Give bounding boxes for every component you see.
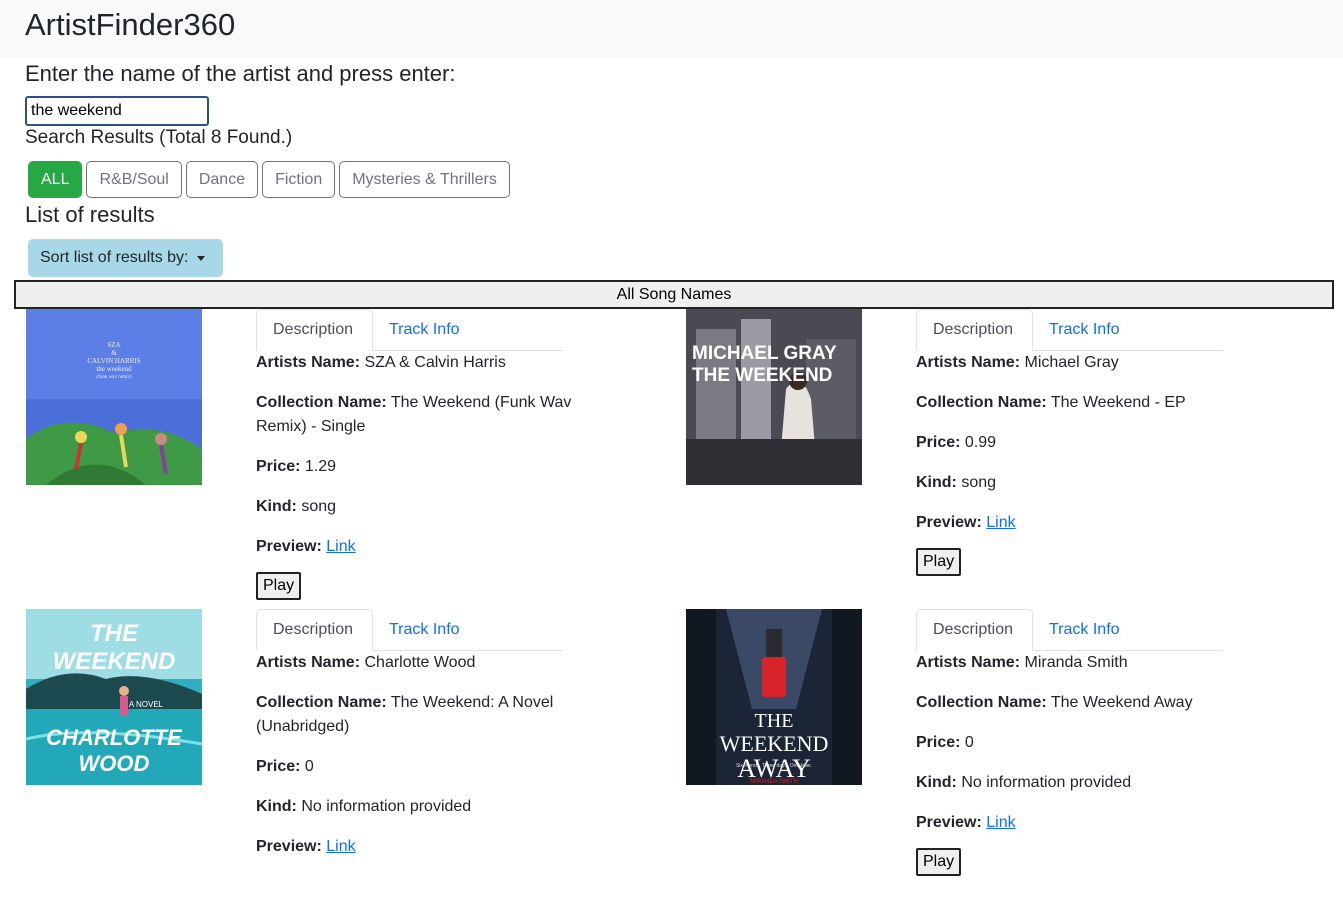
sort-dropdown-button[interactable]: Sort list of results by:	[28, 239, 223, 277]
field-label: Kind:	[256, 798, 297, 815]
field-label: Preview:	[916, 814, 982, 831]
cover-text: WEEKEND	[720, 731, 829, 756]
cover-text: THE WEEKEND	[692, 365, 832, 386]
kind-value: song	[961, 474, 997, 491]
tab-track-info[interactable]: Track Info	[1033, 309, 1136, 351]
field-label: Preview:	[916, 514, 982, 531]
play-button[interactable]: Play	[916, 848, 962, 876]
price-value: 0	[304, 758, 314, 775]
field-label: Collection Name:	[256, 694, 387, 711]
cover-text: SZA	[107, 341, 120, 349]
field-label: Price:	[256, 458, 301, 475]
field-label: Preview:	[256, 838, 322, 855]
track-details: Artists Name: Michael Gray Collection Na…	[916, 351, 1236, 576]
track-details: Artists Name: SZA & Calvin Harris Collec…	[256, 351, 576, 600]
cover-text: &	[111, 349, 117, 357]
artist-name: Charlotte Wood	[364, 654, 476, 671]
field-label: Artists Name:	[916, 354, 1021, 371]
tab-description[interactable]: Description	[916, 609, 1033, 651]
field-label: Price:	[256, 758, 301, 775]
kind-value: No information provided	[961, 774, 1132, 791]
tab-bar: Description Track Info	[916, 309, 1223, 351]
album-cover-image[interactable]: SZA & CALVIN HARRIS the weekend (funk wa…	[26, 309, 202, 485]
tab-bar: Description Track Info	[916, 609, 1223, 651]
preview-link[interactable]: Link	[986, 514, 1015, 531]
preview-link[interactable]: Link	[326, 838, 355, 855]
field-label: Collection Name:	[916, 394, 1047, 411]
field-label: Kind:	[916, 774, 957, 791]
collection-name: The Weekend Away	[1050, 694, 1193, 711]
cover-text: A NOVEL	[129, 700, 164, 709]
result-card: MICHAEL GRAY THE WEEKEND Description Tra…	[686, 309, 1286, 609]
preview-link[interactable]: Link	[986, 814, 1015, 831]
field-label: Artists Name:	[256, 654, 361, 671]
album-cover-image[interactable]: MICHAEL GRAY THE WEEKEND	[686, 309, 862, 485]
play-button[interactable]: Play	[256, 572, 302, 600]
cover-text: WOOD	[79, 751, 150, 776]
cover-text: CALVIN HARRIS	[87, 357, 140, 365]
cover-text: Six friends. Three days. One killer.	[736, 763, 812, 769]
cover-text: (funk wav remix)	[97, 375, 132, 380]
tab-description[interactable]: Description	[256, 609, 373, 651]
results-summary: Search Results (Total 8 Found.)	[25, 127, 293, 148]
genre-filter-group: ALL R&B/Soul Dance Fiction Mysteries & T…	[28, 161, 514, 198]
tab-description[interactable]: Description	[256, 309, 373, 351]
cover-text: MIRANDA SMITH	[750, 779, 798, 785]
field-label: Collection Name:	[916, 694, 1047, 711]
artist-name: Miranda Smith	[1024, 654, 1128, 671]
navbar: ArtistFinder360	[0, 0, 1343, 58]
price-value: 1.29	[304, 458, 337, 475]
result-card: SZA & CALVIN HARRIS the weekend (funk wa…	[26, 309, 626, 609]
tab-track-info[interactable]: Track Info	[1033, 609, 1136, 651]
filter-dance-button[interactable]: Dance	[185, 161, 259, 198]
track-details: Artists Name: Miranda Smith Collection N…	[916, 651, 1236, 876]
play-button[interactable]: Play	[916, 548, 962, 576]
track-details: Artists Name: Charlotte Wood Collection …	[256, 651, 576, 875]
kind-value: No information provided	[301, 798, 472, 815]
tab-description[interactable]: Description	[916, 309, 1033, 351]
field-label: Preview:	[256, 538, 322, 555]
field-label: Artists Name:	[256, 354, 361, 371]
cover-text: MICHAEL GRAY	[692, 343, 837, 364]
field-label: Artists Name:	[916, 654, 1021, 671]
sort-dropdown-label: Sort list of results by:	[40, 249, 189, 266]
kind-value: song	[301, 498, 337, 515]
preview-link[interactable]: Link	[326, 538, 355, 555]
cover-text: WEEKEND	[53, 648, 176, 675]
result-card: THE WEEKEND AWAY Six friends. Three days…	[686, 609, 1286, 909]
field-label: Collection Name:	[256, 394, 387, 411]
filter-fiction-button[interactable]: Fiction	[262, 161, 336, 198]
field-label: Kind:	[256, 498, 297, 515]
album-cover-image[interactable]: THE WEEKEND A NOVEL CHARLOTTE WOOD	[26, 609, 202, 785]
filter-mysteries-thrillers-button[interactable]: Mysteries & Thrillers	[339, 161, 510, 198]
field-label: Price:	[916, 734, 961, 751]
artist-search-input[interactable]	[25, 96, 209, 126]
artist-name: Michael Gray	[1024, 354, 1119, 371]
field-label: Kind:	[916, 474, 957, 491]
cover-text: the weekend	[96, 365, 132, 373]
price-value: 0	[964, 734, 974, 751]
filter-rnb-soul-button[interactable]: R&B/Soul	[86, 161, 182, 198]
tab-track-info[interactable]: Track Info	[373, 609, 476, 651]
tab-bar: Description Track Info	[256, 309, 563, 351]
tab-track-info[interactable]: Track Info	[373, 309, 476, 351]
field-label: Price:	[916, 434, 961, 451]
caret-down-icon	[196, 255, 205, 261]
result-card: THE WEEKEND A NOVEL CHARLOTTE WOOD Descr…	[26, 609, 626, 909]
price-value: 0.99	[964, 434, 997, 451]
cover-text: CHARLOTTE	[46, 725, 183, 750]
app-title[interactable]: ArtistFinder360	[25, 5, 235, 45]
collection-name: The Weekend - EP	[1050, 394, 1186, 411]
cover-text: THE	[90, 620, 139, 647]
album-cover-image[interactable]: THE WEEKEND AWAY Six friends. Three days…	[686, 609, 862, 785]
cover-text: THE	[755, 710, 794, 732]
all-song-names-button[interactable]: All Song Names	[14, 280, 1334, 309]
tab-bar: Description Track Info	[256, 609, 563, 651]
artist-name: SZA & Calvin Harris	[364, 354, 506, 371]
filter-all-button[interactable]: ALL	[28, 161, 83, 198]
search-prompt: Enter the name of the artist and press e…	[25, 61, 456, 86]
list-title: List of results	[25, 202, 155, 227]
